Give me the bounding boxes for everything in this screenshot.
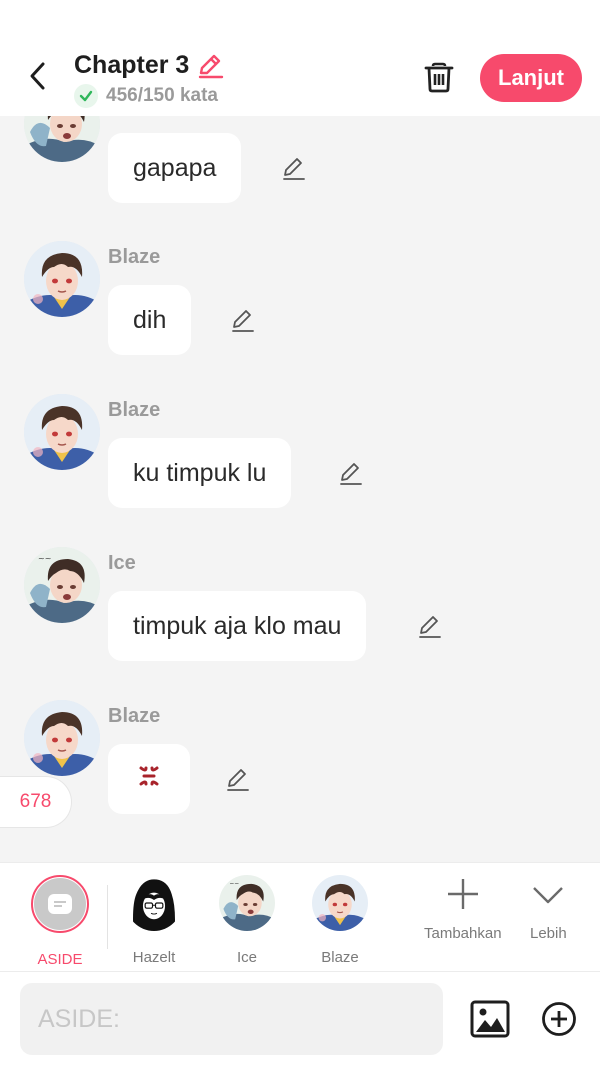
edit-message-pencil-icon[interactable]: [415, 611, 445, 641]
divider: [107, 885, 108, 949]
app-header: Chapter 3 456/150 kata Lanjut: [0, 0, 600, 116]
chevron-down-icon: [533, 887, 564, 904]
ice-avatar[interactable]: [24, 547, 100, 623]
edit-message-pencil-icon[interactable]: [223, 764, 253, 794]
chapter-title: Chapter 3: [74, 50, 190, 79]
add-character-label: Tambahkan: [424, 925, 502, 942]
character-label: Blaze: [321, 949, 359, 966]
blaze-avatar[interactable]: [24, 394, 100, 470]
add-circle-icon[interactable]: [540, 1000, 578, 1038]
message-input[interactable]: [20, 983, 443, 1055]
anger-symbol-icon: [137, 764, 161, 795]
speaker-name: Blaze: [108, 399, 161, 421]
blaze-avatar[interactable]: [24, 241, 100, 317]
character-blaze[interactable]: Blaze: [295, 875, 385, 966]
speaker-name: Blaze: [108, 246, 161, 268]
hazelt-avatar: [126, 875, 182, 931]
next-button[interactable]: Lanjut: [480, 54, 582, 102]
trash-icon[interactable]: [422, 59, 456, 95]
speaker-name: Blaze: [108, 705, 161, 727]
character-label: Hazelt: [132, 949, 176, 966]
character-aside[interactable]: ASIDE: [15, 875, 105, 968]
blaze-avatar: [312, 875, 368, 931]
edit-message-pencil-icon[interactable]: [279, 153, 309, 183]
character-label: ASIDE: [37, 951, 83, 968]
back-arrow-icon[interactable]: [22, 60, 52, 92]
more-label: Lebih: [530, 925, 567, 942]
character-selector-bar: ASIDE Hazelt Ice Blaze Tambahkan Lebih: [0, 862, 600, 972]
word-counter-badge[interactable]: 678: [0, 776, 72, 828]
speaker-name: Ice: [108, 552, 136, 574]
aside-note-icon: [48, 894, 72, 914]
ice-avatar: [219, 875, 275, 931]
more-button[interactable]: Lebih: [530, 877, 567, 942]
input-bar: [0, 972, 600, 1067]
character-ice[interactable]: Ice: [202, 875, 292, 966]
add-character-button[interactable]: Tambahkan: [424, 877, 502, 942]
aside-avatar: [31, 875, 89, 933]
ice-avatar[interactable]: [24, 116, 100, 162]
character-hazelt[interactable]: Hazelt: [109, 875, 199, 966]
chapter-title-block: Chapter 3 456/150 kata: [74, 50, 225, 108]
edit-title-pencil-icon[interactable]: [195, 50, 225, 80]
message-bubble[interactable]: gapapa: [108, 133, 242, 203]
word-count: 456/150 kata: [106, 85, 218, 106]
blaze-avatar[interactable]: [24, 700, 100, 776]
image-icon[interactable]: [468, 998, 512, 1040]
message-bubble[interactable]: timpuk aja klo mau: [108, 591, 367, 661]
message-bubble[interactable]: [108, 744, 190, 814]
character-label: Ice: [236, 949, 257, 966]
plus-icon: [447, 879, 478, 909]
chat-area: gapapa Blaze dih Blaze ku timpuk lu Ice …: [0, 116, 600, 862]
edit-message-pencil-icon[interactable]: [228, 305, 258, 335]
message-bubble[interactable]: ku timpuk lu: [108, 438, 292, 508]
message-bubble[interactable]: dih: [108, 285, 192, 355]
edit-message-pencil-icon[interactable]: [336, 458, 366, 488]
check-icon: [74, 84, 98, 108]
